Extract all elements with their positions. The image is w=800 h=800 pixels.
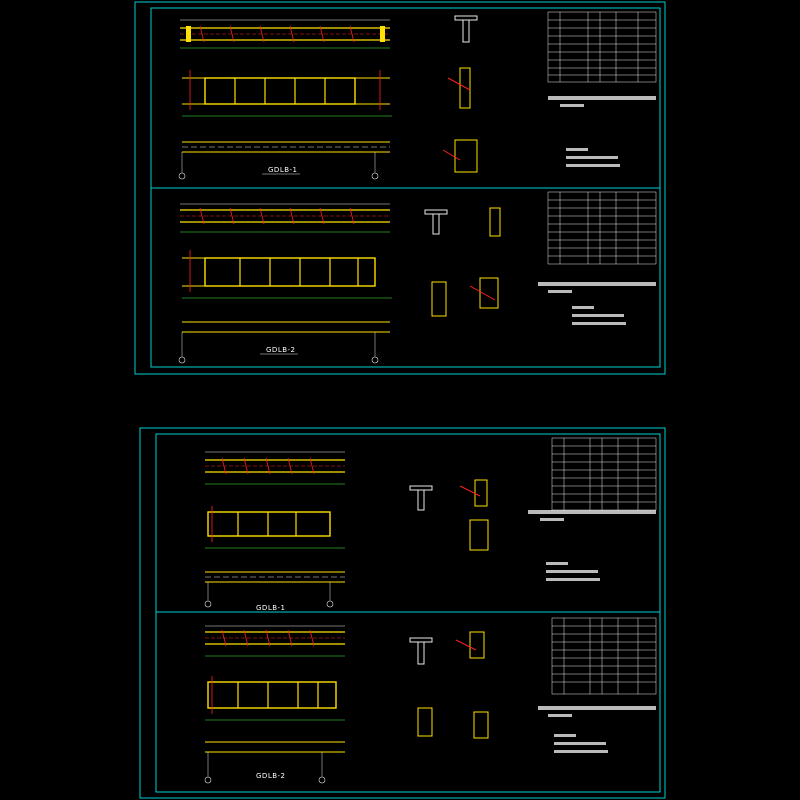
- panel-gdlb-1: GDLB-1: [204, 437, 657, 612]
- notes-block: [538, 706, 656, 753]
- beam-title: GDLB-2: [266, 346, 296, 354]
- rebar-schedule-table: [551, 437, 657, 511]
- beam-plan: [182, 70, 392, 117]
- sheet-inner-border: [155, 433, 661, 793]
- sheet-bottom: GDLB-1 GDLB-2: [139, 427, 666, 799]
- beam-elevation: [180, 19, 390, 49]
- beam-plan: [182, 250, 392, 299]
- panel-gdlb-1: GDLB-1: [178, 11, 657, 180]
- panel-gdlb-2: GDLB-2: [204, 617, 657, 784]
- notes-block: [528, 510, 656, 581]
- beam-plan: [205, 506, 345, 549]
- beam-title: GDLB-2: [256, 772, 286, 780]
- beam-title: GDLB-1: [256, 604, 286, 612]
- rebar-schedule-table: [547, 11, 657, 83]
- section-details: [409, 631, 489, 739]
- beam-plan: [205, 676, 345, 721]
- section-details: [442, 15, 478, 173]
- rebar-schedule-table: [547, 191, 657, 265]
- cad-drawing-canvas: GDLB-1 GDLB-2 GDLB-1 GDLB-2: [134, 1, 666, 799]
- panel-gdlb-2: GDLB-2: [178, 191, 657, 364]
- beam-elevation: [205, 451, 345, 485]
- sheet-top: GDLB-1 GDLB-2: [134, 1, 666, 375]
- beam-section: [204, 571, 345, 608]
- beam-section: [178, 321, 390, 364]
- notes-block: [538, 282, 656, 325]
- beam-title: GDLB-1: [268, 166, 298, 174]
- beam-elevation: [205, 625, 345, 657]
- beam-elevation: [180, 203, 390, 233]
- section-details: [424, 207, 501, 317]
- notes-block: [548, 96, 656, 167]
- section-details: [409, 479, 489, 551]
- rebar-schedule-table: [551, 617, 657, 695]
